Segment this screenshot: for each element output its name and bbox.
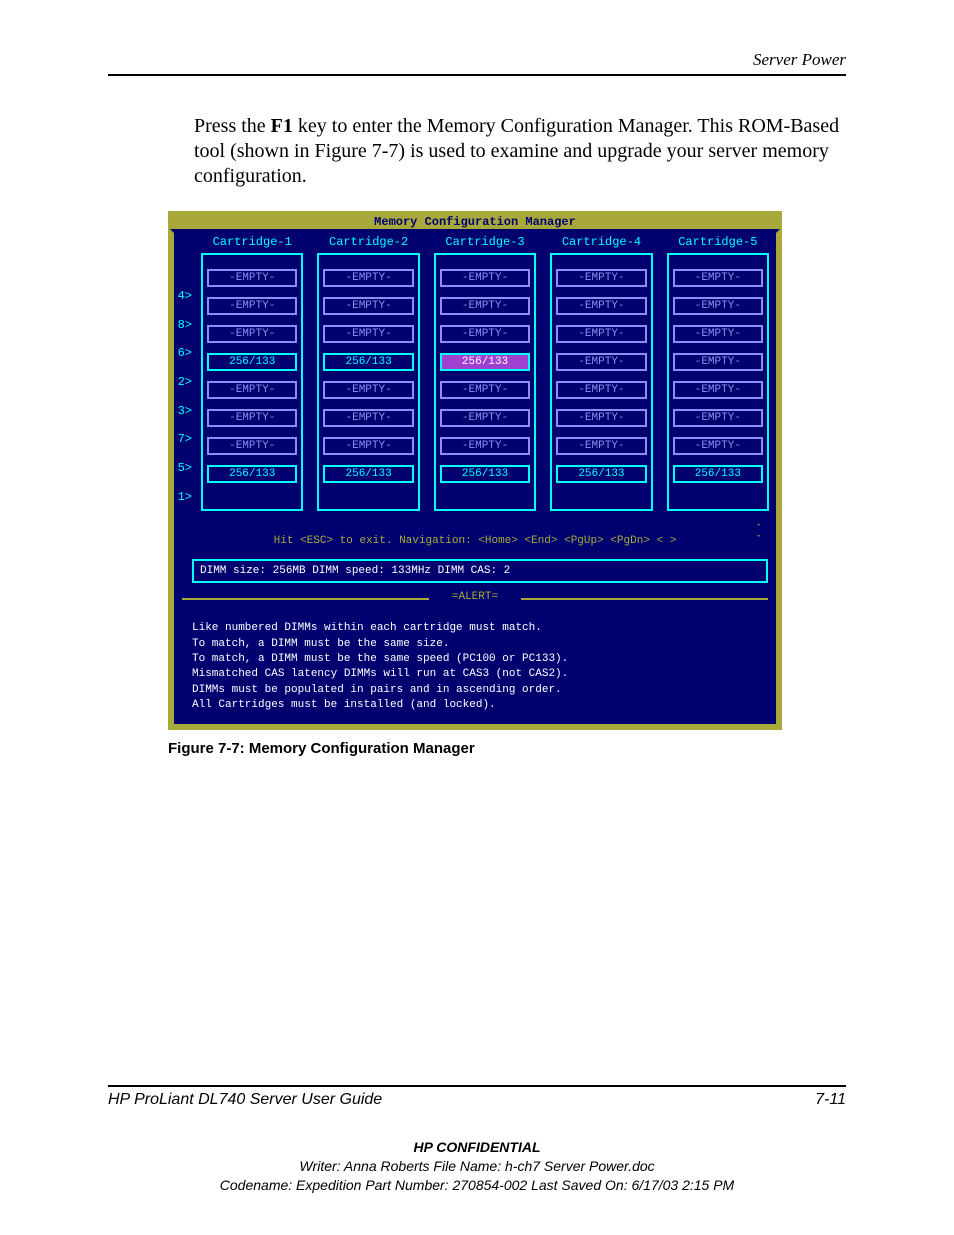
dimm-slot[interactable]: -EMPTY- xyxy=(556,437,646,455)
dimm-slot[interactable]: -EMPTY- xyxy=(207,269,297,287)
dimm-slot[interactable]: -EMPTY- xyxy=(673,437,763,455)
cartridge-1: -EMPTY- -EMPTY- -EMPTY- 256/133 -EMPTY- -EMPT… xyxy=(201,253,303,511)
dimm-slot[interactable]: -EMPTY- xyxy=(323,325,413,343)
cartridge-header: Cartridge-4 xyxy=(543,235,659,249)
alert-label: ALERT xyxy=(458,591,491,603)
dimm-slot[interactable]: -EMPTY- xyxy=(673,353,763,371)
row-label: 4> xyxy=(174,282,194,311)
row-label: 5> xyxy=(174,454,194,483)
body-paragraph: Press the F1 key to enter the Memory Con… xyxy=(194,114,846,189)
running-header: Server Power xyxy=(108,50,846,70)
dimm-grid: 4>8>6>2>3>7>5>1> -EMPTY- -EMPTY- -EMPTY- 25… xyxy=(170,253,780,525)
screenshot-title: Memory Configuration Manager xyxy=(170,213,780,229)
dimm-slot[interactable]: -EMPTY- xyxy=(440,325,530,343)
dimm-slot[interactable]: 256/133 xyxy=(207,465,297,483)
dimm-slot[interactable]: -EMPTY- xyxy=(207,409,297,427)
cartridge-4: -EMPTY- -EMPTY- -EMPTY- -EMPTY- -EMPTY- -EMPT… xyxy=(550,253,652,511)
f1-key: F1 xyxy=(271,115,293,137)
row-labels: 4>8>6>2>3>7>5>1> xyxy=(174,253,194,511)
header-rule xyxy=(108,74,846,76)
alert-line: All Cartridges must be installed (and lo… xyxy=(192,698,768,713)
dimm-slot[interactable]: -EMPTY- xyxy=(556,269,646,287)
dimm-slot[interactable]: 256/133 xyxy=(323,465,413,483)
dimm-slot[interactable]: -EMPTY- xyxy=(323,269,413,287)
row-label: 2> xyxy=(174,368,194,397)
dimm-slot[interactable]: -EMPTY- xyxy=(207,297,297,315)
dimm-slot[interactable]: -EMPTY- xyxy=(207,325,297,343)
dimm-slot[interactable]: -EMPTY- xyxy=(207,437,297,455)
dimm-info-text: DIMM size: 256MB DIMM speed: 133MHz DIMM… xyxy=(192,559,768,583)
dimm-slot[interactable]: 256/133 xyxy=(440,353,530,371)
dimm-slot[interactable]: -EMPTY- xyxy=(556,409,646,427)
codename-line: Codename: Expedition Part Number: 270854… xyxy=(108,1176,846,1195)
dimm-slot[interactable]: -EMPTY- xyxy=(673,325,763,343)
alert-line: To match, a DIMM must be the same speed … xyxy=(192,652,768,667)
footer-guide: HP ProLiant DL740 Server User Guide xyxy=(108,1091,382,1109)
row-label: 6> xyxy=(174,339,194,368)
dimm-slot[interactable]: -EMPTY- xyxy=(673,381,763,399)
alert-line: DIMMs must be populated in pairs and in … xyxy=(192,683,768,698)
dimm-slot[interactable]: -EMPTY- xyxy=(440,269,530,287)
dimm-slot[interactable]: -EMPTY- xyxy=(556,353,646,371)
cartridge-header: Cartridge-2 xyxy=(310,235,426,249)
dimm-slot[interactable]: -EMPTY- xyxy=(440,381,530,399)
dimm-slot[interactable]: -EMPTY- xyxy=(323,409,413,427)
dimm-slot[interactable]: 256/133 xyxy=(323,353,413,371)
dimm-info-box: DIMM size: 256MB DIMM speed: 133MHz DIMM… xyxy=(170,553,780,591)
figure-caption: Figure 7-7: Memory Configuration Manager xyxy=(168,740,846,757)
dimm-slot[interactable]: -EMPTY- xyxy=(673,269,763,287)
cartridge-3: -EMPTY- -EMPTY- -EMPTY- 256/133 -EMPTY- -EMPT… xyxy=(434,253,536,511)
dimm-slot[interactable]: -EMPTY- xyxy=(323,381,413,399)
row-label: 7> xyxy=(174,425,194,454)
scroll-chevrons: ˆˇ xyxy=(755,525,762,547)
confidential-label: HP CONFIDENTIAL xyxy=(108,1138,846,1157)
alert-line: Mismatched CAS latency DIMMs will run at… xyxy=(192,667,768,682)
alert-line: To match, a DIMM must be the same size. xyxy=(192,637,768,652)
gutter xyxy=(174,235,194,249)
alert-divider: =ALERT= xyxy=(170,591,780,605)
cartridge-header: Cartridge-1 xyxy=(194,235,310,249)
dimm-slot[interactable]: -EMPTY- xyxy=(673,297,763,315)
writer-line: Writer: Anna Roberts File Name: h-ch7 Se… xyxy=(108,1157,846,1176)
confidential-block: HP CONFIDENTIAL Writer: Anna Roberts Fil… xyxy=(108,1138,846,1195)
cartridge-5: -EMPTY- -EMPTY- -EMPTY- -EMPTY- -EMPTY- -EMPT… xyxy=(667,253,769,511)
dimm-slot[interactable]: -EMPTY- xyxy=(556,381,646,399)
dimm-slot[interactable]: -EMPTY- xyxy=(440,437,530,455)
cartridge-2: -EMPTY- -EMPTY- -EMPTY- 256/133 -EMPTY- -EMPT… xyxy=(317,253,419,511)
dimm-slot[interactable]: -EMPTY- xyxy=(323,437,413,455)
dimm-slot[interactable]: -EMPTY- xyxy=(323,297,413,315)
row-label: 8> xyxy=(174,310,194,339)
dimm-slot[interactable]: -EMPTY- xyxy=(556,297,646,315)
cartridge-header: Cartridge-3 xyxy=(427,235,543,249)
nav-hint-text: Hit <ESC> to exit. Navigation: <Home> <E… xyxy=(274,535,677,547)
nav-hint: Hit <ESC> to exit. Navigation: <Home> <E… xyxy=(170,525,780,553)
alert-line: Like numbered DIMMs within each cartridg… xyxy=(192,621,768,636)
dimm-slot[interactable]: -EMPTY- xyxy=(440,297,530,315)
dimm-slot[interactable]: -EMPTY- xyxy=(556,325,646,343)
memory-config-screenshot: Memory Configuration Manager Cartridge-1… xyxy=(168,211,782,730)
dimm-slot[interactable]: -EMPTY- xyxy=(207,381,297,399)
dimm-slot[interactable]: 256/133 xyxy=(556,465,646,483)
cartridge-header: Cartridge-5 xyxy=(660,235,776,249)
row-label: 1> xyxy=(174,483,194,512)
para-pre: Press the xyxy=(194,115,271,137)
dimm-slot[interactable]: 256/133 xyxy=(673,465,763,483)
dimm-slot[interactable]: 256/133 xyxy=(440,465,530,483)
row-label: 3> xyxy=(174,396,194,425)
footer-page-number: 7-11 xyxy=(815,1091,846,1109)
dimm-slot[interactable]: -EMPTY- xyxy=(673,409,763,427)
footer-rule xyxy=(108,1085,846,1087)
dimm-slot[interactable]: -EMPTY- xyxy=(440,409,530,427)
dimm-slot[interactable]: 256/133 xyxy=(207,353,297,371)
alert-text: Like numbered DIMMs within each cartridg… xyxy=(170,605,780,727)
cartridge-header-row: Cartridge-1 Cartridge-2 Cartridge-3 Cart… xyxy=(170,229,780,253)
